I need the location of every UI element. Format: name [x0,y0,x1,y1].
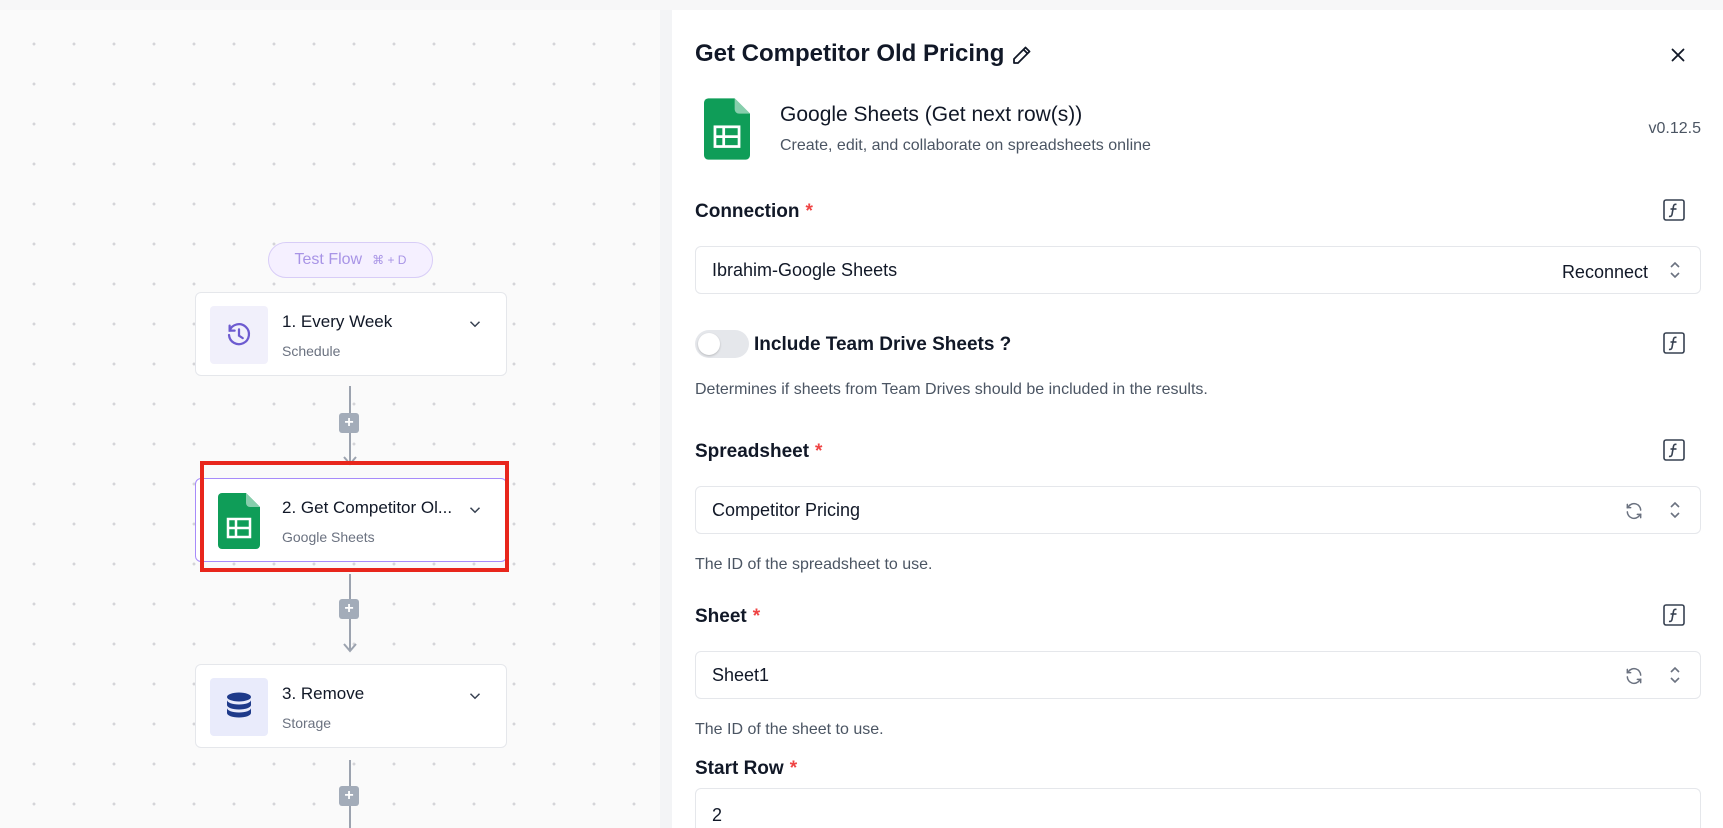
connection-label-text: Connection [695,201,800,222]
reconnect-button[interactable]: Reconnect [1562,262,1648,283]
spreadsheet-help: The ID of the spreadsheet to use. [695,556,933,573]
step-subtitle: Storage [282,715,332,731]
add-step-button[interactable]: + [339,599,359,619]
test-flow-label: Test Flow [294,251,363,268]
step-settings-panel: Get Competitor Old Pricing Google Sheets… [672,10,1723,828]
team-drive-help: Determines if sheets from Team Drives sh… [695,381,1208,398]
spreadsheet-label: Spreadsheet * [695,441,822,463]
top-strip [0,0,1723,10]
start-row-label: Start Row * [695,758,797,780]
clock-icon [210,306,268,364]
dynamic-value-icon[interactable] [1662,603,1686,627]
google-sheets-icon [704,98,750,160]
step-title: 3. Remove [282,684,365,703]
app-description: Create, edit, and collaborate on spreads… [780,137,1151,154]
panel-divider[interactable] [660,10,672,828]
connection-value: Ibrahim-Google Sheets [712,260,898,280]
team-drive-label: Include Team Drive Sheets ? [754,334,1012,355]
pencil-icon[interactable] [1010,43,1034,67]
chevron-down-icon[interactable] [466,687,484,705]
panel-title: Get Competitor Old Pricing [695,40,1005,67]
required-mark: * [752,606,761,627]
add-step-button[interactable]: + [339,413,359,433]
chevron-up-down-icon [1670,501,1680,519]
refresh-icon[interactable] [1624,666,1644,686]
required-mark: * [805,201,813,222]
spreadsheet-select[interactable]: Competitor Pricing [695,486,1701,534]
flow-step-every-week[interactable]: 1. Every Week Schedule [195,292,507,376]
step-title: 1. Every Week [282,312,393,331]
dynamic-value-icon[interactable] [1662,331,1686,355]
toggle-knob [698,333,720,355]
sheet-value: Sheet1 [712,665,770,685]
refresh-icon[interactable] [1624,501,1644,521]
app-version: v0.12.5 [1648,120,1701,137]
sheet-label-text: Sheet [695,606,747,627]
chevron-down-icon[interactable] [466,315,484,333]
arrow-down-icon [343,643,357,653]
chevron-up-down-icon [1670,261,1680,279]
database-icon [210,678,268,736]
flow-step-remove[interactable]: 3. Remove Storage [195,664,507,748]
team-drive-toggle[interactable] [695,330,749,358]
connection-select[interactable]: Ibrahim-Google Sheets Reconnect [695,246,1701,294]
start-row-value: 2 [712,805,723,825]
selection-highlight-box [200,461,509,572]
required-mark: * [815,441,823,462]
start-row-input[interactable]: 2 [695,788,1701,828]
dynamic-value-icon[interactable] [1662,438,1686,462]
chevron-up-down-icon [1670,666,1680,684]
step-subtitle: Schedule [282,343,341,359]
sheet-help: The ID of the sheet to use. [695,721,884,738]
test-flow-button[interactable]: Test Flow ⌘ + D [268,242,433,278]
start-row-label-text: Start Row [695,758,784,779]
sheet-select[interactable]: Sheet1 [695,651,1701,699]
dynamic-value-icon[interactable] [1662,198,1686,222]
close-icon[interactable] [1667,44,1689,66]
add-step-button[interactable]: + [339,786,359,806]
required-mark: * [789,758,798,779]
spreadsheet-value: Competitor Pricing [712,500,861,520]
connection-label: Connection * [695,201,813,223]
sheet-label: Sheet * [695,606,760,628]
app-action-name: Google Sheets (Get next row(s)) [780,103,1083,126]
spreadsheet-label-text: Spreadsheet [695,441,810,462]
test-flow-shortcut: ⌘ + D [372,253,407,267]
